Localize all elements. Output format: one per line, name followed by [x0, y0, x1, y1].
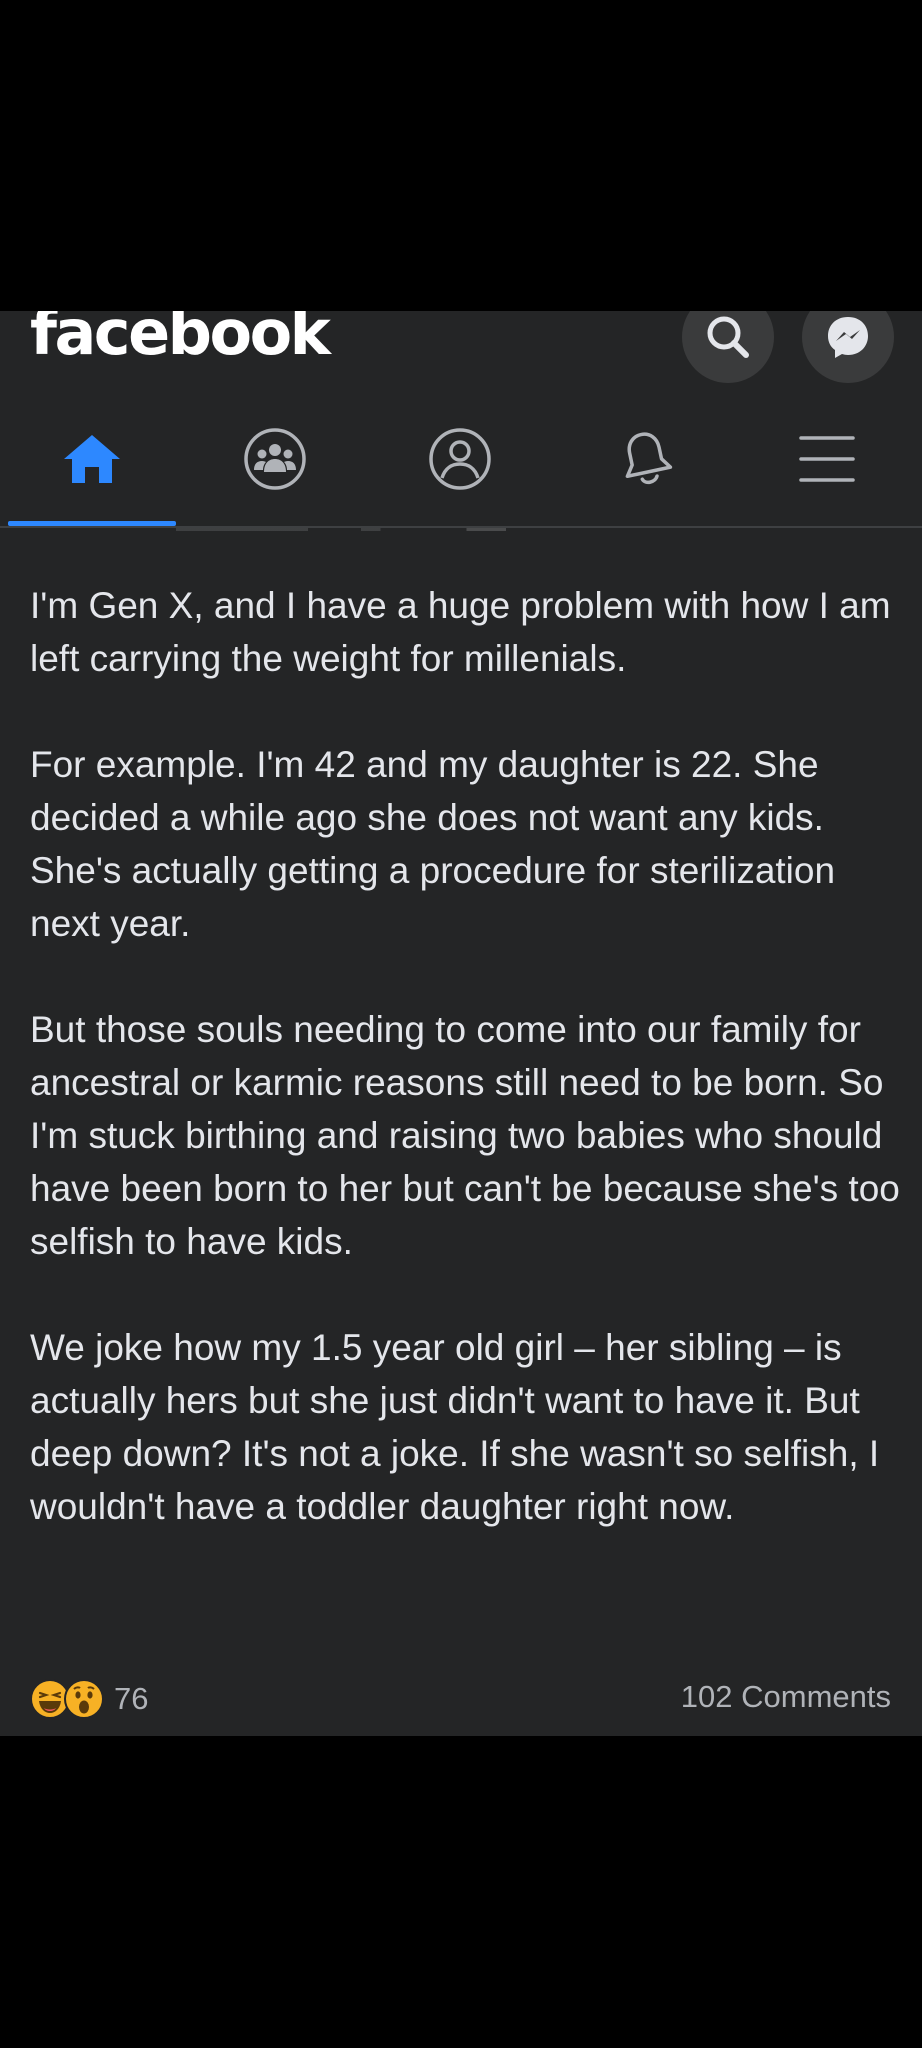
- comments-count-link[interactable]: 102 Comments: [681, 1679, 891, 1715]
- groups-icon: [244, 428, 306, 490]
- reactions-summary[interactable]: 76: [30, 1676, 148, 1722]
- post-paragraph: I'm Gen X, and I have a huge problem wit…: [30, 585, 891, 679]
- nav-tab-profile[interactable]: [400, 411, 520, 507]
- hidden-text-strip: [176, 528, 506, 531]
- messenger-button[interactable]: [802, 311, 894, 383]
- wow-emoji-icon: [64, 1679, 104, 1719]
- nav-tab-home[interactable]: [32, 411, 152, 507]
- main-nav: [0, 411, 922, 507]
- post-paragraph: For example. I'm 42 and my daughter is 2…: [30, 744, 836, 944]
- post-text: I'm Gen X, and I have a huge problem wit…: [30, 579, 900, 1533]
- profile-icon: [429, 428, 491, 490]
- post-paragraph: We joke how my 1.5 year old girl – her s…: [30, 1327, 880, 1527]
- messenger-icon: [828, 317, 868, 358]
- search-icon: [707, 316, 749, 358]
- reaction-count: 76: [114, 1681, 149, 1716]
- nav-tab-notifications[interactable]: [586, 411, 706, 507]
- facebook-logo[interactable]: facebook: [30, 311, 331, 364]
- post-paragraph: But those souls needing to come into our…: [30, 1009, 900, 1262]
- menu-icon: [799, 436, 855, 482]
- bell-icon: [625, 432, 673, 485]
- nav-tab-groups[interactable]: [215, 411, 335, 507]
- search-button[interactable]: [682, 311, 774, 383]
- facebook-screen: facebook I'm Gen X, and I have a huge pr…: [0, 311, 922, 1736]
- home-icon: [64, 435, 120, 483]
- nav-tab-menu[interactable]: [767, 411, 887, 507]
